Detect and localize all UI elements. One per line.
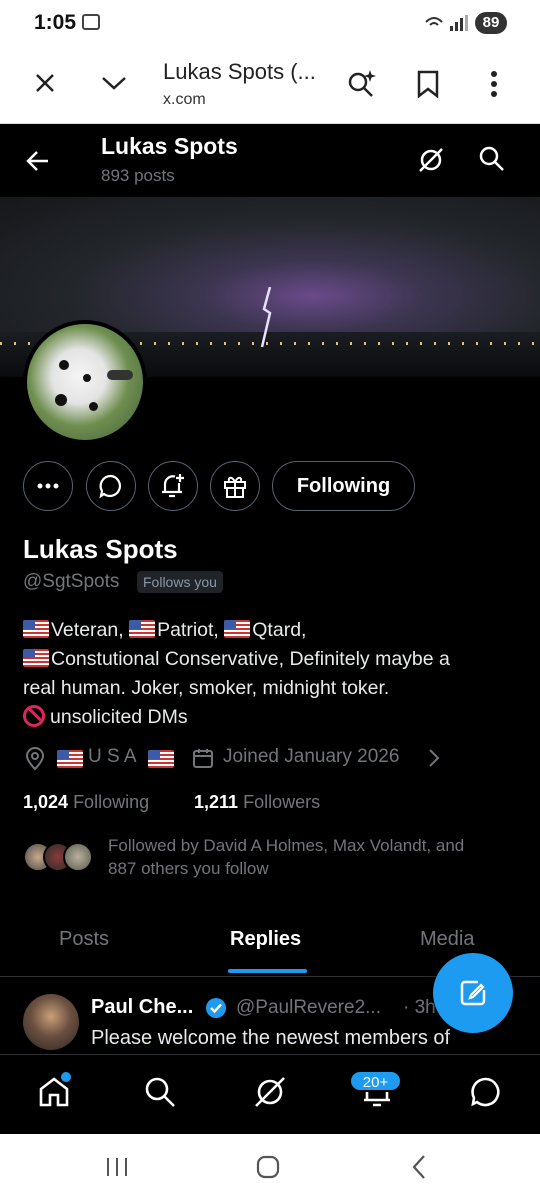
notification-badge: 20+ xyxy=(349,1070,402,1092)
grok-icon[interactable] xyxy=(417,146,445,174)
bio-text: Constutional Conservative, Definitely ma… xyxy=(51,648,450,670)
back-arrow-icon[interactable] xyxy=(26,150,50,172)
chat-icon xyxy=(471,1077,500,1107)
nav-messages[interactable] xyxy=(466,1072,506,1112)
following-count-label: Following xyxy=(73,792,150,812)
back-button-icon[interactable] xyxy=(411,1154,427,1180)
following-count-link[interactable]: 1,024 Following xyxy=(23,792,149,813)
gift-button[interactable] xyxy=(210,461,260,511)
following-count: 1,024 xyxy=(23,792,69,812)
followed-by-line: 887 others you follow xyxy=(108,859,269,878)
no-entry-icon xyxy=(23,705,45,727)
handle: @SgtSpots xyxy=(23,571,120,592)
notifications-toggle-button[interactable] xyxy=(148,461,198,511)
signal-icon xyxy=(425,15,468,31)
avatar[interactable] xyxy=(23,320,147,444)
header-post-count: 893 posts xyxy=(101,166,175,185)
tab-media[interactable]: Media xyxy=(420,928,474,951)
tab-replies[interactable]: Replies xyxy=(230,928,301,951)
unread-dot xyxy=(61,1072,71,1082)
bio-text: unsolicited DMs xyxy=(50,706,188,728)
chevron-right-icon[interactable] xyxy=(428,748,440,768)
us-flag-icon xyxy=(129,620,156,638)
ellipsis-icon xyxy=(37,483,59,489)
bio-text: Patriot, xyxy=(157,619,225,641)
bio-text: Qtard, xyxy=(252,619,307,641)
us-flag-icon xyxy=(224,620,251,638)
bookmark-icon[interactable] xyxy=(416,70,440,98)
calendar-icon xyxy=(193,749,213,768)
avatar[interactable] xyxy=(23,994,79,1050)
display-name: Lukas Spots xyxy=(23,534,178,564)
us-flag-icon xyxy=(23,620,49,638)
follows-you-badge: Follows you xyxy=(137,571,223,593)
post-author[interactable]: Paul Che... xyxy=(91,996,193,1019)
followed-by-avatars[interactable] xyxy=(23,840,93,874)
bio-text: real human. Joker, smoker, midnight toke… xyxy=(23,677,390,699)
location-icon xyxy=(25,747,45,771)
search-icon[interactable] xyxy=(479,146,505,172)
us-flag-icon xyxy=(148,750,174,768)
followed-by-text[interactable]: Followed by David A Holmes, Max Volandt,… xyxy=(108,834,464,880)
nav-grok[interactable] xyxy=(250,1072,290,1112)
notify-add-icon xyxy=(162,474,184,498)
screenshot-indicator-icon xyxy=(82,14,100,30)
x-profile-page: Lukas Spots 893 posts Following Lukas Sp… xyxy=(0,124,540,1134)
system-nav-bar xyxy=(0,1134,540,1200)
chevron-down-icon[interactable] xyxy=(101,75,127,91)
bio: Veteran, Patriot, Qtard, Constutional Co… xyxy=(23,616,523,732)
page-title[interactable]: Lukas Spots (... xyxy=(163,59,316,85)
message-icon xyxy=(99,474,121,499)
compose-icon xyxy=(460,980,486,1006)
location-text: U S A xyxy=(88,746,137,767)
followers-count: 1,211 xyxy=(194,792,239,812)
active-tab-indicator xyxy=(228,969,307,973)
post-text[interactable]: Please welcome the newest members of xyxy=(91,1027,450,1050)
us-flag-icon xyxy=(23,649,49,667)
followers-count-label: Followers xyxy=(243,792,321,812)
avatar xyxy=(63,842,93,872)
compose-button[interactable] xyxy=(433,953,513,1033)
gift-icon xyxy=(224,476,246,498)
more-options-button[interactable] xyxy=(23,461,73,511)
following-button-label: Following xyxy=(296,474,391,497)
home-button-icon[interactable] xyxy=(256,1155,280,1179)
search-icon xyxy=(145,1077,175,1107)
grok-icon xyxy=(255,1077,285,1107)
search-sparkle-icon[interactable] xyxy=(346,68,378,100)
header-name: Lukas Spots xyxy=(101,133,238,159)
following-button[interactable]: Following xyxy=(272,461,415,511)
recent-apps-icon[interactable] xyxy=(105,1156,129,1178)
browser-toolbar: Lukas Spots (... x.com xyxy=(0,46,540,124)
more-vert-icon[interactable] xyxy=(490,70,498,98)
followed-by-line: Followed by David A Holmes, Max Volandt,… xyxy=(108,836,465,855)
status-bar: 1:05 89 xyxy=(0,0,540,46)
lightning-bolt xyxy=(260,287,272,347)
verified-badge-icon xyxy=(206,998,226,1018)
followers-count-link[interactable]: 1,211 Followers xyxy=(194,792,320,813)
us-flag-icon xyxy=(57,750,83,768)
nav-search[interactable] xyxy=(140,1072,180,1112)
close-icon[interactable] xyxy=(34,72,56,94)
post-handle[interactable]: @PaulRevere2... xyxy=(236,997,381,1019)
message-button[interactable] xyxy=(86,461,136,511)
bio-text: Veteran, xyxy=(51,619,130,641)
page-domain[interactable]: x.com xyxy=(163,91,206,109)
status-time: 1:05 xyxy=(34,11,77,34)
post-time: · 3h xyxy=(403,997,436,1018)
tab-posts[interactable]: Posts xyxy=(59,928,109,951)
joined-date: Joined January 2026 xyxy=(223,746,400,767)
battery-badge: 89 xyxy=(475,12,507,34)
